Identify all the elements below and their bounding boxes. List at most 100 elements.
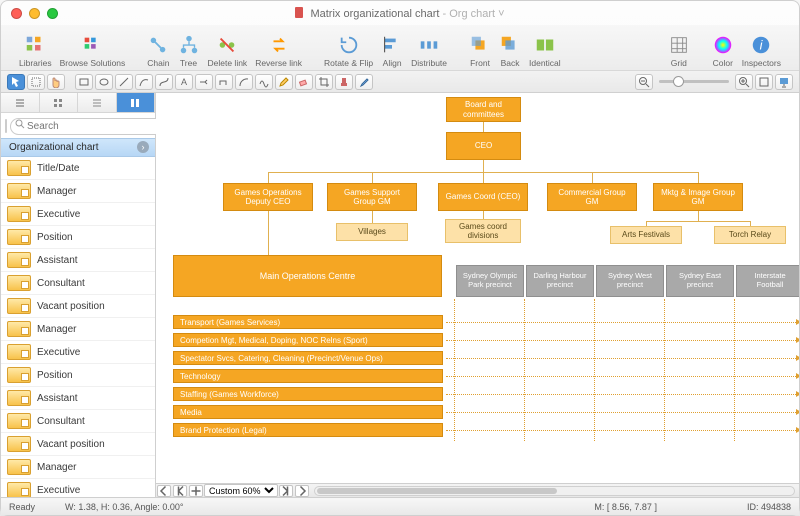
precinct-header[interactable]: Interstate Football	[736, 265, 799, 297]
org-node-ceo[interactable]: CEO	[446, 132, 521, 160]
org-node-main-ops[interactable]: Main Operations Centre	[173, 255, 442, 297]
shape-item[interactable]: Consultant	[1, 410, 155, 433]
reverse-link-button[interactable]: Reverse link	[253, 34, 304, 68]
precinct-header[interactable]: Sydney East precinct	[666, 265, 734, 297]
pointer-tool[interactable]	[7, 74, 25, 90]
precinct-header[interactable]: Darling Harbour precinct	[526, 265, 594, 297]
rect-tool[interactable]	[75, 74, 93, 90]
hscrollbar[interactable]	[314, 486, 795, 496]
hand-tool[interactable]	[47, 74, 65, 90]
org-node-mktg[interactable]: Mktg & Image Group GM	[653, 183, 743, 211]
sidebar-tab-list[interactable]	[78, 93, 117, 112]
minimize-icon[interactable]	[29, 8, 40, 19]
distribute-button[interactable]: Distribute	[409, 34, 449, 68]
color-button[interactable]: Color	[710, 34, 736, 68]
precinct-header[interactable]: Sydney West precinct	[596, 265, 664, 297]
delete-link-button[interactable]: Delete link	[206, 34, 250, 68]
category-info-icon[interactable]: ›	[137, 141, 149, 153]
org-node-torch[interactable]: Torch Relay	[714, 226, 786, 244]
title-chevron-icon[interactable]: ˅	[498, 8, 504, 20]
smart-connector-tool[interactable]	[215, 74, 233, 90]
zoom-fit-button[interactable]	[755, 74, 773, 90]
page-prev-button[interactable]	[157, 485, 171, 497]
page-add-button[interactable]	[189, 485, 203, 497]
rotate-flip-button[interactable]: Rotate & Flip	[322, 34, 375, 68]
inspectors-button[interactable]: iInspectors	[740, 34, 783, 68]
spline-tool[interactable]	[255, 74, 273, 90]
hscroll-thumb[interactable]	[317, 488, 557, 494]
function-row[interactable]: Media	[173, 405, 443, 419]
crop-tool[interactable]	[315, 74, 333, 90]
canvas[interactable]: Board and committees CEO Games Operation…	[156, 93, 799, 497]
shape-item[interactable]: Position	[1, 364, 155, 387]
shape-item[interactable]: Vacant position	[1, 433, 155, 456]
eyedropper-tool[interactable]	[355, 74, 373, 90]
page-next-button[interactable]	[295, 485, 309, 497]
shape-item[interactable]: Manager	[1, 180, 155, 203]
shape-item[interactable]: Assistant	[1, 249, 155, 272]
org-node-games-coord[interactable]: Games Coord (CEO)	[438, 183, 528, 211]
align-button[interactable]: Align	[379, 34, 405, 68]
page-first-button[interactable]	[173, 485, 187, 497]
libraries-button[interactable]: Libraries	[17, 34, 54, 68]
back-button[interactable]: Back	[497, 34, 523, 68]
function-row[interactable]: Spectator Svcs, Catering, Cleaning (Prec…	[173, 351, 443, 365]
shape-item[interactable]: Manager	[1, 318, 155, 341]
tree-button[interactable]: Tree	[176, 34, 202, 68]
front-button[interactable]: Front	[467, 34, 493, 68]
shape-item[interactable]: Vacant position	[1, 295, 155, 318]
shape-item[interactable]: Executive	[1, 479, 155, 497]
line-tool[interactable]	[115, 74, 133, 90]
sidebar-back-button[interactable]	[5, 119, 7, 133]
identical-button[interactable]: Identical	[527, 34, 563, 68]
org-node-games-ops[interactable]: Games Operations Deputy CEO	[223, 183, 313, 211]
function-row[interactable]: Staffing (Games Workforce)	[173, 387, 443, 401]
org-node-games-support[interactable]: Games Support Group GM	[327, 183, 417, 211]
shape-item[interactable]: Position	[1, 226, 155, 249]
stamp-tool[interactable]	[335, 74, 353, 90]
ellipse-tool[interactable]	[95, 74, 113, 90]
pencil-tool[interactable]	[275, 74, 293, 90]
shape-item[interactable]: Consultant	[1, 272, 155, 295]
precinct-header[interactable]: Sydney Olympic Park precinct	[456, 265, 524, 297]
zoom-icon[interactable]	[47, 8, 58, 19]
page-last-button[interactable]	[279, 485, 293, 497]
zoom-select[interactable]: Custom 60%	[204, 484, 278, 497]
canvas-area[interactable]: Board and committees CEO Games Operation…	[156, 93, 799, 497]
org-node-commercial[interactable]: Commercial Group GM	[547, 183, 637, 211]
arc-tool[interactable]	[235, 74, 253, 90]
bezier-tool[interactable]	[155, 74, 173, 90]
shape-item[interactable]: Manager	[1, 456, 155, 479]
presentation-button[interactable]	[775, 74, 793, 90]
function-row[interactable]: Competion Mgt, Medical, Doping, NOC Reln…	[173, 333, 443, 347]
zoom-slider[interactable]	[659, 80, 729, 83]
shape-item[interactable]: Title/Date	[1, 157, 155, 180]
org-node-arts[interactable]: Arts Festivals	[610, 226, 682, 244]
sidebar-tab-hamburger[interactable]	[1, 93, 40, 112]
chain-button[interactable]: Chain	[145, 34, 171, 68]
function-row[interactable]: Transport (Games Services)	[173, 315, 443, 329]
browse-solutions-button[interactable]: Browse Solutions	[58, 34, 128, 68]
shape-item[interactable]: Assistant	[1, 387, 155, 410]
org-node-board[interactable]: Board and committees	[446, 97, 521, 122]
lasso-tool[interactable]	[27, 74, 45, 90]
sidebar-category-header[interactable]: Organizational chart ›	[1, 138, 155, 157]
sidebar-tab-thumbs[interactable]	[117, 93, 156, 112]
text-tool[interactable]: A	[175, 74, 193, 90]
sidebar-tab-boxes[interactable]	[40, 93, 79, 112]
close-icon[interactable]	[11, 8, 22, 19]
eraser-tool[interactable]	[295, 74, 313, 90]
search-input[interactable]	[10, 118, 164, 135]
grid-button[interactable]: Grid	[666, 34, 692, 68]
curve-tool[interactable]	[135, 74, 153, 90]
zoom-in-button[interactable]	[735, 74, 753, 90]
zoom-knob[interactable]	[673, 76, 684, 87]
zoom-out-button[interactable]	[635, 74, 653, 90]
shape-item[interactable]: Executive	[1, 341, 155, 364]
function-row[interactable]: Brand Protection (Legal)	[173, 423, 443, 437]
connector-tool[interactable]	[195, 74, 213, 90]
org-node-games-coord-div[interactable]: Games coord divisions	[445, 219, 521, 243]
shape-item[interactable]: Executive	[1, 203, 155, 226]
function-row[interactable]: Technology	[173, 369, 443, 383]
org-node-villages[interactable]: Villages	[336, 223, 408, 241]
